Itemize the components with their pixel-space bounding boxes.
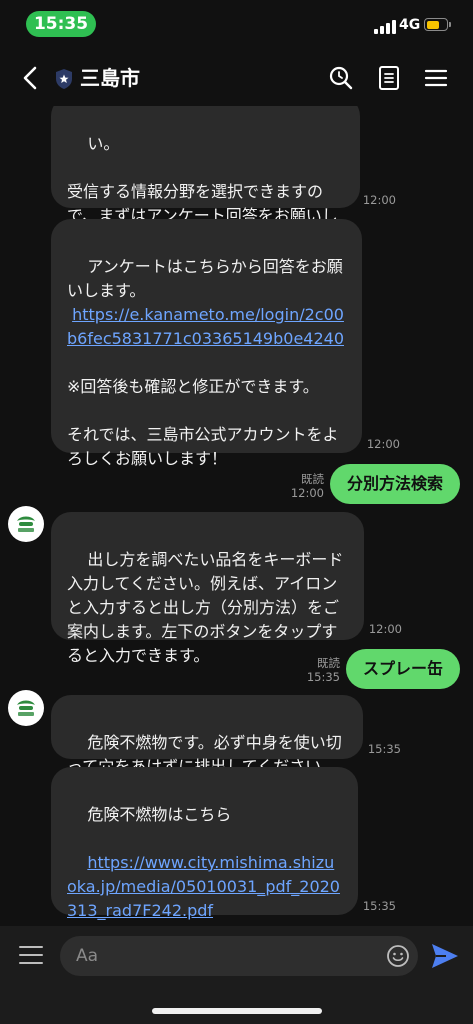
battery-level: [426, 20, 440, 29]
menu-icon[interactable]: [422, 64, 450, 92]
pdf-link[interactable]: https://www.city.mishima.shizuoka.jp/med…: [67, 853, 340, 920]
message-time: 12:00: [366, 437, 400, 451]
mishima-logo-icon: [9, 691, 43, 725]
emoji-icon[interactable]: [386, 944, 410, 968]
received-message: 出し方を調べたい品名をキーボード入力してください。例えば、アイロンと入力すると出…: [51, 512, 364, 665]
chat-title: 三島市: [80, 66, 140, 90]
message-time: 12:00: [368, 622, 402, 636]
read-receipt: 既読 12:00: [290, 472, 324, 500]
message-time: 15:35: [362, 899, 396, 913]
search-icon[interactable]: [327, 64, 355, 92]
sent-message: スプレー缶: [346, 649, 461, 689]
survey-link[interactable]: https://e.kanameto.me/login/2c00b6fec583…: [67, 305, 344, 348]
read-receipt: 既読 15:35: [306, 656, 340, 684]
account-avatar[interactable]: [8, 690, 44, 726]
notes-icon[interactable]: [375, 64, 403, 92]
message-text: ※回答後も確認と修正ができます。 それでは、三島市公式アカウントをよろしくお願い…: [67, 377, 339, 468]
sent-message: 分別方法検索: [330, 464, 461, 504]
signal-icon: [374, 20, 396, 34]
message-input[interactable]: [60, 936, 418, 976]
message-time: 15:35: [367, 742, 401, 756]
chat-messages[interactable]: い。 受信する情報分野を選択できますので、まずはアンケート回答をお願いします。 …: [0, 106, 473, 926]
account-avatar[interactable]: [8, 506, 44, 542]
received-message: い。 受信する情報分野を選択できますので、まずはアンケート回答をお願いします。: [51, 106, 360, 249]
message-text: 危険不燃物はこちら: [87, 805, 232, 824]
rich-menu-icon[interactable]: [18, 942, 44, 968]
received-message: 危険不燃物はこちら https://www.city.mishima.shizu…: [51, 767, 358, 920]
mishima-logo-icon: [9, 507, 43, 541]
back-arrow-icon[interactable]: [18, 64, 44, 92]
received-message: 危険不燃物です。必ず中身を使い切って穴をあけずに排出してください。: [51, 695, 363, 776]
chat-header: 三島市: [0, 50, 473, 106]
network-type: 4G: [399, 17, 421, 33]
message-time: 12:00: [362, 193, 396, 207]
send-icon[interactable]: [430, 942, 460, 970]
received-message: アンケートはこちらから回答をお願いします。 https://e.kanameto…: [51, 219, 362, 468]
status-time: 15:35: [26, 11, 96, 37]
message-text: 出し方を調べたい品名をキーボード入力してください。例えば、アイロンと入力すると出…: [67, 550, 344, 665]
official-shield-icon: [56, 69, 72, 89]
status-bar: 15:35 4G: [0, 0, 473, 50]
battery-icon: [424, 18, 451, 31]
home-indicator: [152, 1008, 322, 1014]
